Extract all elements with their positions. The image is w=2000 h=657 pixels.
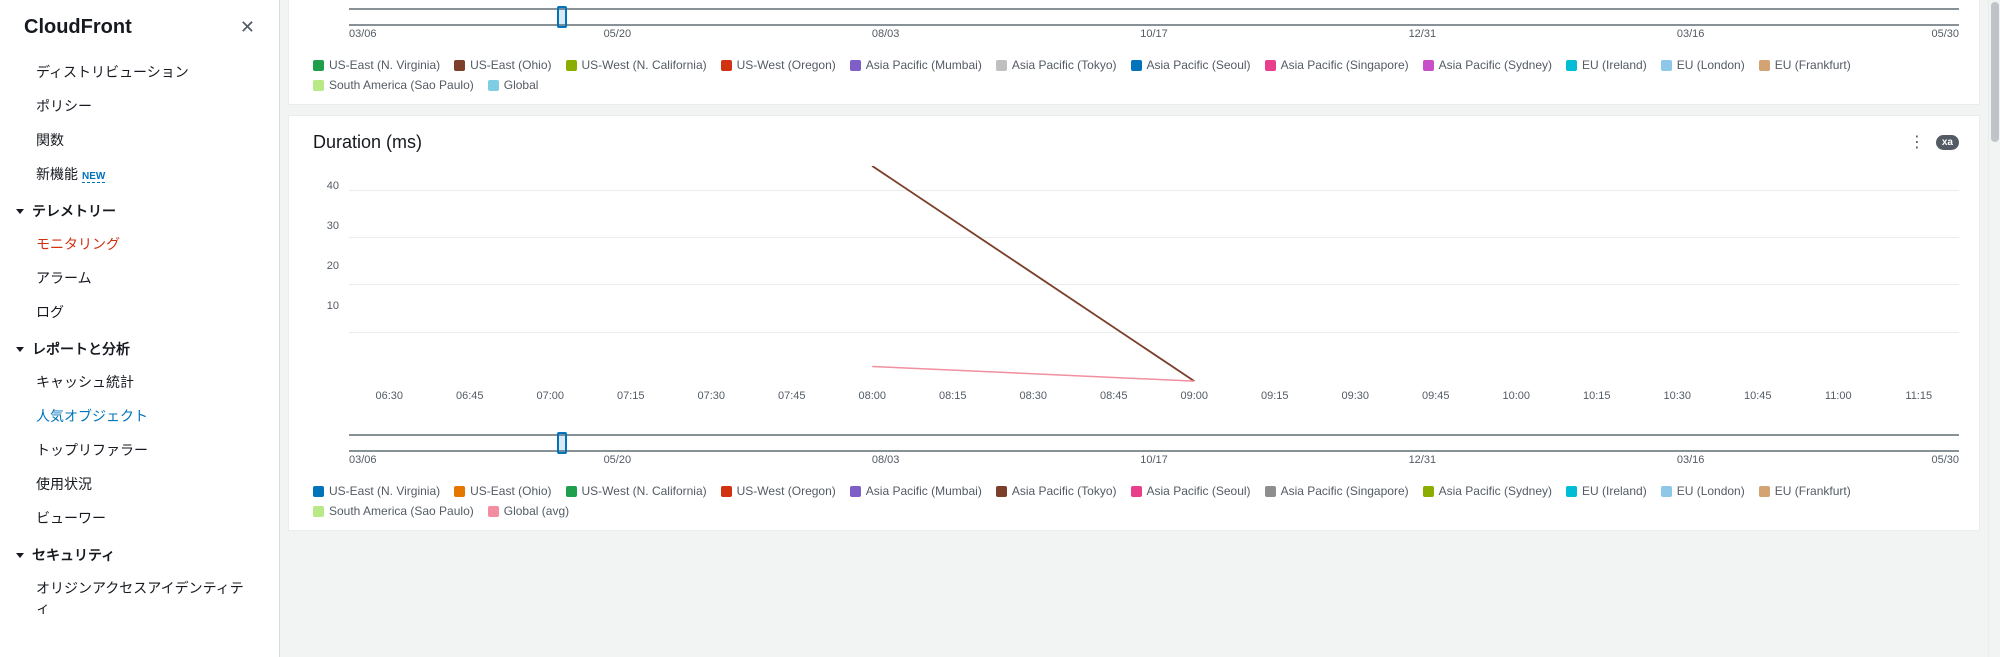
sidebar-link[interactable]: ログ: [0, 295, 279, 329]
close-icon[interactable]: ✕: [240, 17, 255, 38]
sidebar: CloudFront ✕ ディストリビューションポリシー関数新機能NEWテレメト…: [0, 0, 280, 657]
legend-item[interactable]: EU (London): [1661, 58, 1745, 72]
legend-item[interactable]: Asia Pacific (Sydney): [1423, 58, 1552, 72]
legend-item[interactable]: Asia Pacific (Seoul): [1131, 484, 1251, 498]
legend-item[interactable]: Asia Pacific (Seoul): [1131, 58, 1251, 72]
legend-item[interactable]: EU (London): [1661, 484, 1745, 498]
chart-title-duration: Duration (ms): [313, 132, 422, 153]
legend-item[interactable]: US-East (Ohio): [454, 58, 551, 72]
sidebar-section-header[interactable]: テレメトリー: [0, 191, 279, 227]
legend-item[interactable]: EU (Ireland): [1566, 58, 1647, 72]
main-content: 03/0605/2008/0310/1712/3103/1605/30 US-E…: [280, 0, 1988, 657]
legend-item[interactable]: Asia Pacific (Tokyo): [996, 484, 1117, 498]
sidebar-link[interactable]: ディストリビューション: [0, 55, 279, 89]
legend-top: US-East (N. Virginia) US-East (Ohio) US-We…: [289, 52, 1979, 104]
legend-item[interactable]: EU (Ireland): [1566, 484, 1647, 498]
legend-item[interactable]: US-West (N. California): [566, 58, 707, 72]
sidebar-link[interactable]: モニタリング: [0, 227, 279, 261]
legend-item[interactable]: Asia Pacific (Mumbai): [850, 484, 982, 498]
sidebar-link[interactable]: ポリシー: [0, 89, 279, 123]
legend-item[interactable]: Asia Pacific (Singapore): [1265, 484, 1409, 498]
sidebar-link[interactable]: ビューワー: [0, 501, 279, 535]
scrollbar[interactable]: [1988, 0, 2000, 657]
xa-pill[interactable]: xa: [1936, 135, 1959, 150]
legend-item[interactable]: South America (Sao Paulo): [313, 78, 474, 92]
legend-duration: US-East (N. Virginia) US-East (Ohio) US-We…: [289, 478, 1979, 530]
chart-plot-duration: 10203040 06:3006:4507:0007:1507:3007:450…: [309, 166, 1959, 426]
legend-item[interactable]: US-East (N. Virginia): [313, 484, 440, 498]
sidebar-link[interactable]: キャッシュ統計: [0, 365, 279, 399]
brush-handle[interactable]: [557, 6, 567, 28]
sidebar-title: CloudFront: [24, 16, 132, 39]
chart-panel-duration: Duration (ms) ⋮ xa 10203040 06:3006:4507…: [288, 115, 1980, 531]
brush-bar-top[interactable]: 03/0605/2008/0310/1712/3103/1605/30: [309, 0, 1959, 46]
legend-item[interactable]: Global (avg): [488, 504, 569, 518]
legend-item[interactable]: EU (Frankfurt): [1759, 58, 1851, 72]
legend-item[interactable]: US-West (Oregon): [721, 58, 836, 72]
sidebar-link[interactable]: 新機能NEW: [0, 157, 279, 191]
sidebar-link[interactable]: 関数: [0, 123, 279, 157]
legend-item[interactable]: Asia Pacific (Tokyo): [996, 58, 1117, 72]
brush-bar-duration[interactable]: 03/0605/2008/0310/1712/3103/1605/30: [309, 426, 1959, 472]
legend-item[interactable]: Asia Pacific (Sydney): [1423, 484, 1552, 498]
brush-handle[interactable]: [557, 432, 567, 454]
sidebar-section-header[interactable]: レポートと分析: [0, 329, 279, 365]
sidebar-link[interactable]: 人気オブジェクト: [0, 399, 279, 433]
sidebar-nav: ディストリビューションポリシー関数新機能NEWテレメトリーモニタリングアラームロ…: [0, 47, 279, 645]
sidebar-link[interactable]: トップリファラー: [0, 433, 279, 467]
legend-item[interactable]: Asia Pacific (Mumbai): [850, 58, 982, 72]
legend-item[interactable]: US-East (Ohio): [454, 484, 551, 498]
sidebar-section-header[interactable]: セキュリティ: [0, 535, 279, 571]
legend-item[interactable]: US-West (Oregon): [721, 484, 836, 498]
legend-item[interactable]: US-West (N. California): [566, 484, 707, 498]
sidebar-link[interactable]: 使用状況: [0, 467, 279, 501]
legend-item[interactable]: Asia Pacific (Singapore): [1265, 58, 1409, 72]
sidebar-link[interactable]: アラーム: [0, 261, 279, 295]
chart-panel-top: 03/0605/2008/0310/1712/3103/1605/30 US-E…: [288, 0, 1980, 105]
legend-item[interactable]: South America (Sao Paulo): [313, 504, 474, 518]
legend-item[interactable]: US-East (N. Virginia): [313, 58, 440, 72]
sidebar-link[interactable]: オリジンアクセスアイデンティティ: [0, 571, 279, 625]
legend-item[interactable]: Global: [488, 78, 539, 92]
legend-item[interactable]: EU (Frankfurt): [1759, 484, 1851, 498]
kebab-menu-icon[interactable]: ⋮: [1905, 128, 1928, 156]
